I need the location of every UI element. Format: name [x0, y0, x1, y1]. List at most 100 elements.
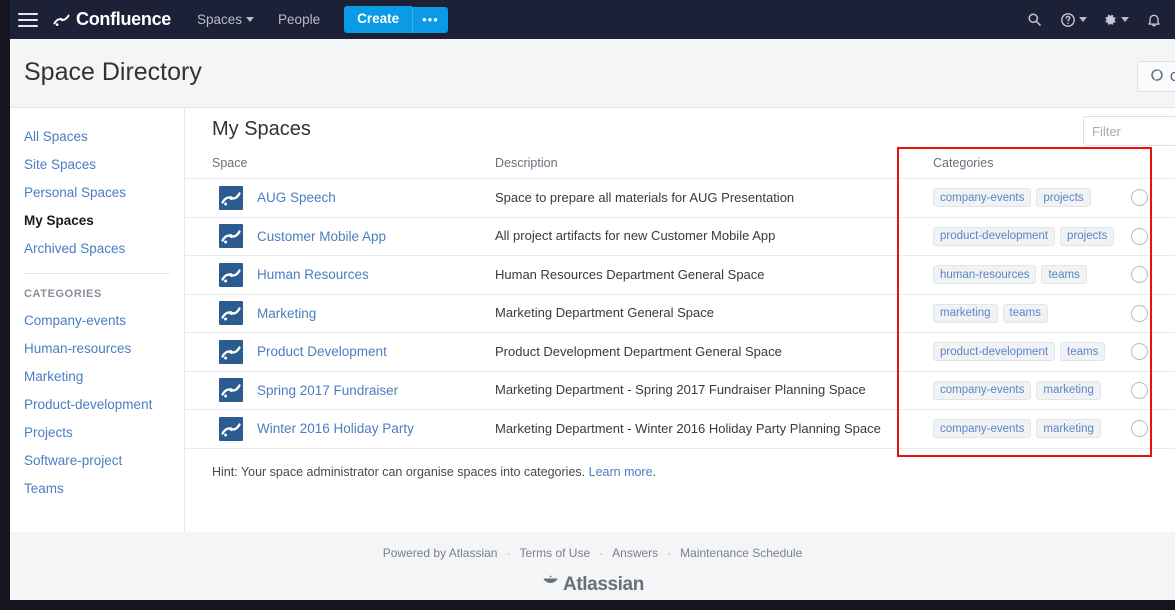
category-tag[interactable]: marketing	[1036, 380, 1101, 400]
space-name-link[interactable]: Customer Mobile App	[257, 229, 386, 244]
sidebar-item-personal-spaces[interactable]: Personal Spaces	[10, 178, 184, 206]
create-space-button[interactable]: Crea	[1136, 61, 1175, 92]
cell-description: Marketing Department - Spring 2017 Fundr…	[495, 371, 920, 410]
category-tag[interactable]: teams	[1002, 303, 1048, 323]
space-name-link[interactable]: Human Resources	[257, 267, 369, 282]
category-tag[interactable]: projects	[1036, 188, 1091, 208]
category-tag-group: company-events marketing	[933, 380, 1128, 400]
space-cell: Spring 2017 Fundraiser	[212, 378, 495, 403]
sidebar-category-human-resources[interactable]: Human-resources	[10, 334, 184, 362]
cell-actions	[1128, 294, 1175, 333]
cell-categories: company-events projects	[920, 178, 1128, 218]
category-tag[interactable]: teams	[1041, 265, 1087, 285]
sidebar-category-product-development[interactable]: Product-development	[10, 390, 184, 418]
watch-star-icon[interactable]	[1131, 266, 1148, 284]
sidebar-category-projects[interactable]: Projects	[10, 418, 184, 446]
filter-input[interactable]	[1083, 116, 1175, 146]
chevron-down-icon	[1078, 17, 1087, 22]
watch-star-icon[interactable]	[1131, 381, 1148, 399]
space-name-link[interactable]: Product Development	[257, 344, 387, 359]
watch-star-icon[interactable]	[1131, 227, 1148, 245]
table-row: AUG Speech Space to prepare all material…	[185, 178, 1175, 218]
category-tag[interactable]: company-events	[933, 419, 1032, 439]
atlassian-logo-text: Atlassian	[563, 574, 644, 595]
cell-categories: company-events marketing	[920, 409, 1128, 449]
cell-categories: human-resources teams	[920, 255, 1128, 295]
category-tag[interactable]: marketing	[1036, 419, 1101, 439]
notifications-bell-icon[interactable]	[1137, 3, 1171, 37]
category-tag[interactable]: marketing	[933, 303, 998, 323]
space-name-link[interactable]: Marketing	[257, 306, 316, 321]
create-button[interactable]: Create	[344, 6, 413, 33]
footer-link[interactable]: Answers	[612, 546, 658, 560]
cell-actions	[1128, 255, 1175, 295]
search-icon[interactable]	[1017, 3, 1051, 37]
space-logo-icon	[219, 224, 243, 249]
cell-space: Product Development	[185, 332, 495, 372]
create-more-options-button[interactable]: •••	[412, 6, 448, 33]
table-header-row: Space Description Categories	[185, 152, 1175, 179]
confluence-brand-link[interactable]: Confluence	[52, 9, 171, 30]
cell-description: All project artifacts for new Customer M…	[495, 217, 920, 256]
help-icon[interactable]	[1053, 3, 1093, 37]
nav-item-people[interactable]: People	[278, 12, 320, 27]
column-header-space[interactable]: Space	[185, 152, 495, 179]
category-tag-group: company-events marketing	[933, 419, 1128, 439]
space-logo-icon	[219, 185, 243, 210]
table-row: Product Development Product Development …	[185, 332, 1175, 372]
main-panel: My Spaces Space Description Categories A…	[185, 108, 1175, 532]
category-tag-group: product-development teams	[933, 342, 1128, 362]
watch-star-icon[interactable]	[1131, 420, 1148, 438]
footer-link[interactable]: Powered by Atlassian	[383, 546, 498, 560]
space-description: Marketing Department - Spring 2017 Fundr…	[495, 382, 866, 398]
spaces-table: Space Description Categories AUG Speech …	[185, 152, 1175, 449]
footer-separator: ·	[599, 546, 604, 560]
space-cell: Product Development	[212, 339, 495, 364]
cell-space: Customer Mobile App	[185, 217, 495, 256]
space-description: All project artifacts for new Customer M…	[495, 228, 776, 244]
category-tag[interactable]: projects	[1060, 226, 1115, 246]
main-title: My Spaces	[212, 118, 311, 140]
nav-item-people-label: People	[278, 12, 321, 27]
sidebar-item-all-spaces[interactable]: All Spaces	[10, 122, 184, 150]
sidebar-category-teams[interactable]: Teams	[10, 474, 184, 502]
category-tag[interactable]: company-events	[933, 380, 1032, 400]
space-description: Space to prepare all materials for AUG P…	[495, 189, 795, 205]
column-header-description[interactable]: Description	[495, 152, 920, 179]
cell-description: Marketing Department General Space	[495, 294, 920, 333]
cell-categories: company-events marketing	[920, 371, 1128, 410]
space-cell: Customer Mobile App	[212, 224, 495, 249]
sidebar-category-marketing[interactable]: Marketing	[10, 362, 184, 390]
category-tag[interactable]: human-resources	[933, 265, 1037, 285]
gear-icon[interactable]	[1095, 3, 1135, 37]
footer-link[interactable]: Terms of Use	[519, 546, 590, 560]
sidebar-item-site-spaces[interactable]: Site Spaces	[10, 150, 184, 178]
sidebar-item-my-spaces[interactable]: My Spaces	[10, 206, 184, 234]
sidebar-category-company-events[interactable]: Company-events	[10, 306, 184, 334]
space-name-link[interactable]: AUG Speech	[257, 190, 336, 205]
sidebar-categories-list: Company-events Human-resources Marketing…	[10, 306, 184, 502]
space-description: Marketing Department General Space	[495, 305, 714, 321]
space-logo-icon	[219, 339, 243, 364]
sidebar-item-archived-spaces[interactable]: Archived Spaces	[10, 234, 184, 262]
category-tag[interactable]: teams	[1060, 342, 1106, 362]
category-tag[interactable]: product-development	[933, 226, 1056, 246]
space-name-link[interactable]: Winter 2016 Holiday Party	[257, 421, 414, 436]
sidebar-categories-heading: CATEGORIES	[24, 288, 102, 300]
watch-star-icon[interactable]	[1131, 343, 1148, 361]
space-description: Product Development Department General S…	[495, 343, 782, 359]
footer-link[interactable]: Maintenance Schedule	[680, 546, 802, 560]
nav-item-spaces[interactable]: Spaces	[197, 12, 255, 27]
category-tag[interactable]: company-events	[933, 188, 1032, 208]
category-tag[interactable]: product-development	[933, 342, 1056, 362]
cell-actions	[1128, 371, 1175, 410]
space-name-link[interactable]: Spring 2017 Fundraiser	[257, 383, 398, 398]
watch-star-icon[interactable]	[1131, 189, 1148, 207]
watch-star-icon[interactable]	[1131, 304, 1148, 322]
column-header-categories[interactable]: Categories	[920, 152, 1128, 179]
learn-more-link[interactable]: Learn more	[589, 465, 653, 479]
sidebar-category-software-project[interactable]: Software-project	[10, 446, 184, 474]
table-row: Marketing Marketing Department General S…	[185, 294, 1175, 333]
hamburger-icon[interactable]	[18, 12, 38, 27]
space-logo-icon	[219, 301, 243, 326]
